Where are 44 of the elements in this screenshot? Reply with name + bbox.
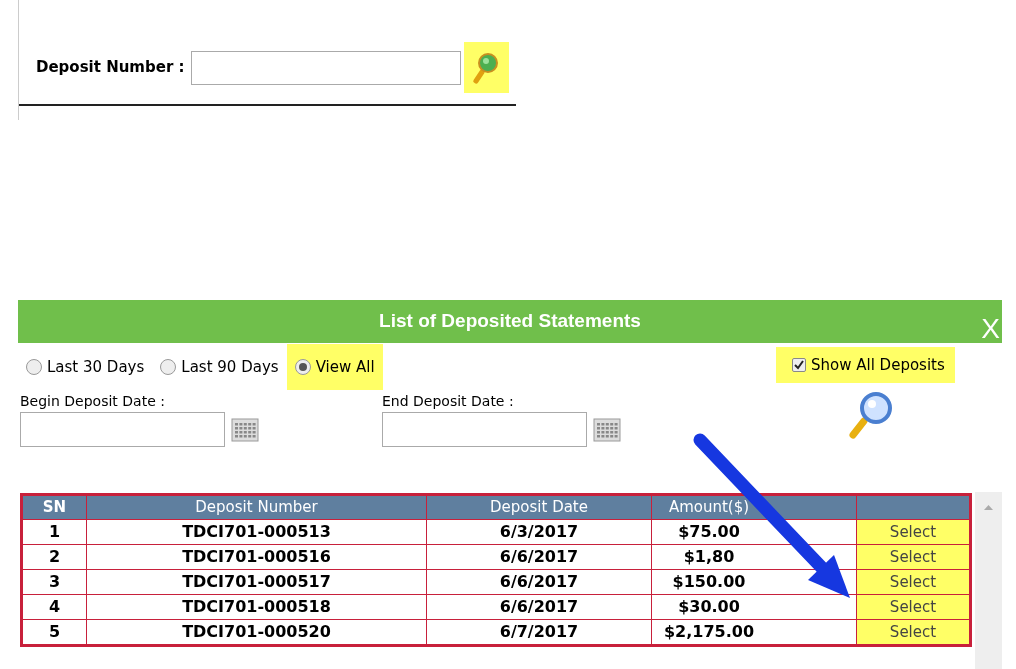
table-cell: $75.00 (651, 519, 857, 545)
column-header: Deposit Date (426, 494, 652, 520)
radio-button[interactable] (26, 359, 42, 375)
field-label: Begin Deposit Date : (20, 392, 166, 411)
checkbox-label[interactable]: Show All Deposits (811, 353, 945, 377)
search-icon[interactable] (848, 391, 894, 439)
radio-label[interactable]: Last 90 Days (181, 355, 279, 379)
table-cell: TDCI701-000516 (86, 544, 427, 570)
field-label: Deposit Number : (36, 57, 185, 79)
table-cell: $30.00 (651, 594, 857, 620)
radio-label[interactable]: Last 30 Days (47, 355, 145, 379)
search-icon (473, 51, 500, 84)
begin-date-field[interactable] (20, 412, 225, 447)
table-cell: 6/6/2017 (426, 569, 652, 595)
table-cell: 1 (21, 519, 87, 545)
table-cell: 3 (21, 569, 87, 595)
deposit-number-field[interactable] (190, 50, 461, 85)
select-link[interactable]: Select (856, 544, 971, 570)
select-link[interactable]: Select (856, 594, 971, 620)
calendar-icon[interactable] (593, 417, 621, 442)
select-link[interactable]: Select (856, 569, 971, 595)
table-cell: 6/6/2017 (426, 594, 652, 620)
table-cell: 6/3/2017 (426, 519, 652, 545)
table-cell: 4 (21, 594, 87, 620)
column-header: SN (21, 494, 87, 520)
radio-button[interactable] (160, 359, 177, 375)
checkbox[interactable] (792, 358, 806, 372)
calendar-icon[interactable] (231, 417, 259, 442)
table-cell: 6/6/2017 (426, 544, 652, 570)
panel-title: List of Deposited Statements (379, 309, 641, 334)
table-cell: TDCI701-000513 (86, 519, 427, 545)
scrollbar[interactable] (975, 492, 1002, 669)
column-header: Amount($) (651, 494, 857, 520)
table-cell: TDCI701-000517 (86, 569, 427, 595)
table-cell: 2 (21, 544, 87, 570)
radio-label[interactable]: View All (315, 355, 375, 379)
select-link[interactable]: Select (856, 619, 971, 646)
select-link[interactable]: Select (856, 519, 971, 545)
column-header: Deposit Number (86, 494, 427, 520)
end-date-field[interactable] (382, 412, 587, 447)
radio-button[interactable] (294, 359, 311, 375)
field-label: End Deposit Date : (382, 392, 515, 411)
table-cell: TDCI701-000518 (86, 594, 427, 620)
search-button[interactable] (463, 42, 509, 93)
